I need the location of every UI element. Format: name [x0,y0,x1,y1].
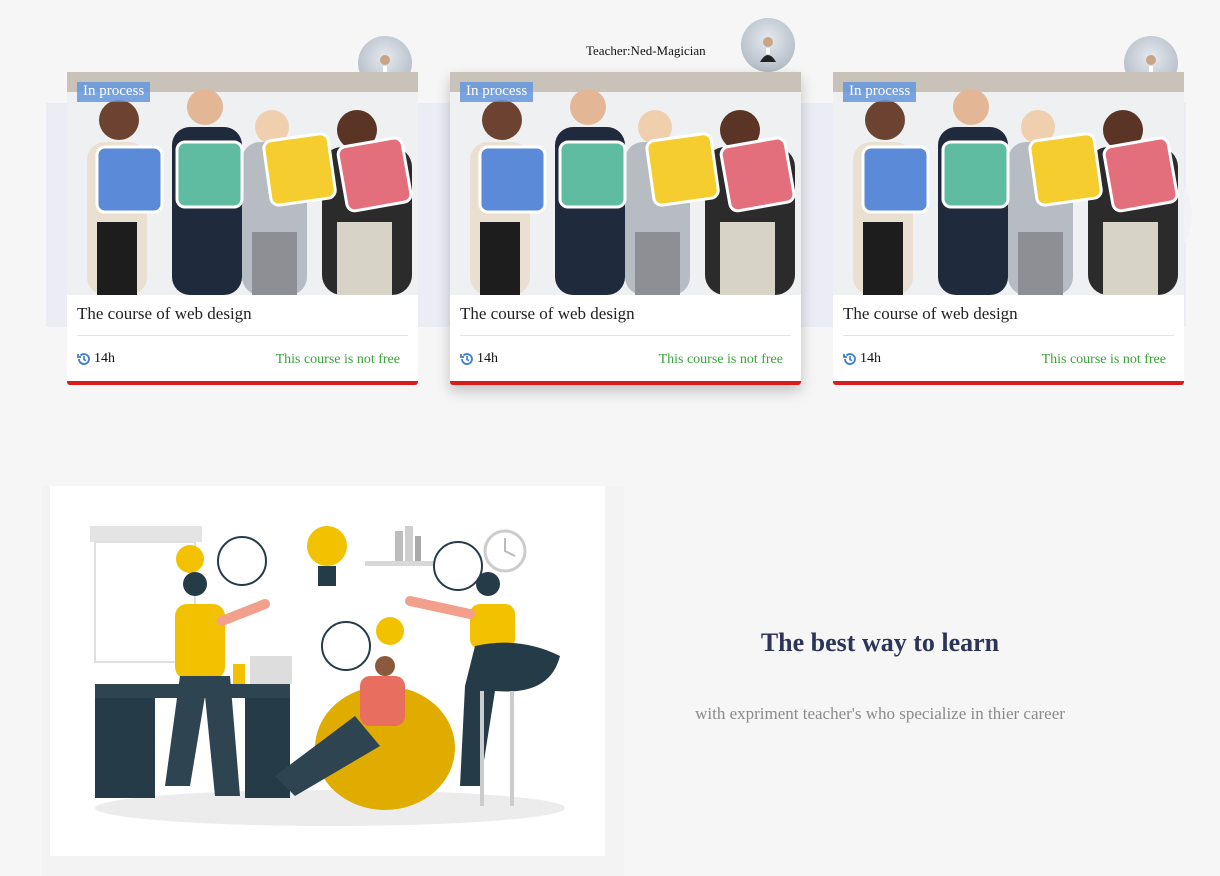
duration-value: 14h [860,351,881,366]
divider [77,335,408,336]
history-clock-icon [77,353,90,365]
course-card[interactable]: In process The course of web design 14h … [67,72,418,385]
course-image: In process [833,72,1184,295]
course-duration: 14h [77,351,115,367]
price-note: This course is not free [658,352,783,367]
course-title[interactable]: The course of web design [77,304,252,324]
course-title[interactable]: The course of web design [843,304,1018,324]
divider [460,335,791,336]
price-note: This course is not free [1041,352,1166,367]
promo-title: The best way to learn [760,628,1000,657]
duration-value: 14h [94,351,115,366]
course-image: In process [450,72,801,295]
history-clock-icon [460,353,473,365]
learning-illustration-panel [42,486,624,876]
course-card[interactable]: In process The course of web design 14h … [450,72,801,385]
course-duration: 14h [460,351,498,367]
course-duration: 14h [843,351,881,367]
divider [843,335,1174,336]
promo-subtitle: with expriment teacher's who specialize … [695,704,1065,723]
course-image: In process [67,72,418,295]
history-clock-icon [843,353,856,365]
teacher-avatar[interactable] [741,18,795,72]
teacher-name: Teacher:Ned-Magician [586,43,706,58]
status-badge: In process [843,82,917,102]
duration-value: 14h [477,351,498,366]
learning-illustration [50,486,605,856]
price-note: This course is not free [275,352,400,367]
course-card[interactable]: In process The course of web design 14h … [833,72,1184,385]
status-badge: In process [77,82,151,102]
status-badge: In process [460,82,534,102]
course-title[interactable]: The course of web design [460,304,635,324]
